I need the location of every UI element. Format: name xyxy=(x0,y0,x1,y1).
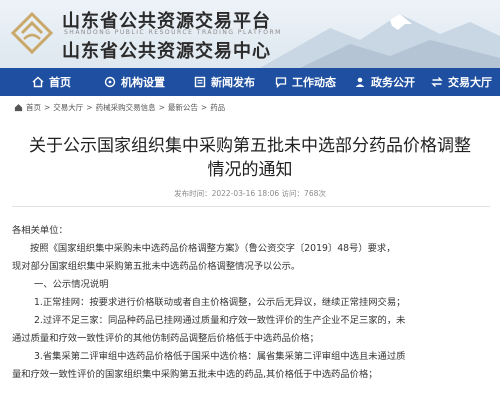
news-icon xyxy=(194,76,206,88)
paragraph: 通过质量和疗效一致性评价的其他仿制药品调整后价格低于中选药品价格； xyxy=(12,333,319,344)
platform-title-en: SHANDONG PUBLIC RESOURCE TRADING PLATFOR… xyxy=(64,29,282,36)
chat-icon xyxy=(275,77,287,88)
article-title: 关于公示国家组织集中采购第五批未中选部分药品价格调整情况的通知 xyxy=(29,136,471,180)
divider xyxy=(12,206,490,207)
paragraph: 量和疗效一致性评价的国家组织集中采购第五批未中选的药品,其价格低于中选药品价格； xyxy=(12,369,378,380)
nav-item-gov[interactable]: 政务公开 xyxy=(350,68,419,96)
nav-item-home[interactable]: 首页 xyxy=(28,68,75,96)
breadcrumb: 首页 > 交易大厅 > 药械采购交易信息 > 最新公告 > 药品 xyxy=(14,102,225,113)
article-meta: 发布时间：2022-03-16 18:06 访问：768次 xyxy=(174,189,326,198)
nav-item-org[interactable]: 机构设置 xyxy=(100,68,169,96)
home-icon xyxy=(32,76,44,88)
salutation: 各相关单位： xyxy=(12,225,68,236)
org-icon xyxy=(104,76,116,88)
nav-label: 首页 xyxy=(49,76,71,89)
paragraph: 2.过评不足三家：同品种药品已挂网通过质量和疗效一致性评价的生产企业不足三家的，… xyxy=(34,315,406,326)
paragraph: 现对部分国家组织集中采购第五批未中选药品价格调整情况予以公示。 xyxy=(12,261,301,272)
section-heading: 一、公示情况说明 xyxy=(34,279,109,290)
main-nav: 首页 机构设置 新闻发布 工作动态 政务公开 交易大厅 xyxy=(0,68,500,96)
breadcrumb-separator: > xyxy=(44,103,51,112)
center-title: 山东省公共资源交易中心 xyxy=(62,41,271,62)
nav-label: 工作动态 xyxy=(292,76,336,89)
header-banner: 山东省公共资源交易平台 SHANDONG PUBLIC RESOURCE TRA… xyxy=(0,0,500,68)
breadcrumb-home[interactable]: 首页 xyxy=(26,102,41,113)
breadcrumb-trade-hall[interactable]: 交易大厅 xyxy=(53,102,83,113)
trade-icon xyxy=(431,77,443,87)
breadcrumb-drugs[interactable]: 药品 xyxy=(210,102,225,113)
nav-item-work[interactable]: 工作动态 xyxy=(271,68,340,96)
nav-item-news[interactable]: 新闻发布 xyxy=(190,68,259,96)
paragraph: 3.省集采第二评审组中选药品价格低于国采中选价格：属省集采第二评审组中选且未通过… xyxy=(34,351,406,362)
breadcrumb-separator: > xyxy=(86,103,93,112)
breadcrumb-latest-notice[interactable]: 最新公告 xyxy=(168,102,198,113)
article-body: 各相关单位： 按照《国家组织集中采购未中选药品价格调整方案》（鲁公资交字〔201… xyxy=(12,222,494,384)
platform-logo-icon xyxy=(10,11,54,55)
nav-item-trade[interactable]: 交易大厅 xyxy=(427,68,496,96)
breadcrumb-home-icon xyxy=(14,104,23,112)
nav-label: 交易大厅 xyxy=(448,76,492,89)
nav-label: 机构设置 xyxy=(121,76,165,89)
breadcrumb-separator: > xyxy=(200,103,208,112)
people-icon xyxy=(355,77,365,87)
breadcrumb-separator: > xyxy=(158,103,165,112)
paragraph: 1.正常挂网：按要求进行价格联动或者自主价格调整，公示后无异议，继续正常挂网交易… xyxy=(34,297,406,308)
nav-label: 政务公开 xyxy=(371,76,415,89)
nav-label: 新闻发布 xyxy=(211,76,255,89)
breadcrumb-drug-info[interactable]: 药械采购交易信息 xyxy=(96,102,156,113)
paragraph: 按照《国家组织集中采购未中选药品价格调整方案》（鲁公资交字〔2019〕48号）要… xyxy=(30,243,396,254)
